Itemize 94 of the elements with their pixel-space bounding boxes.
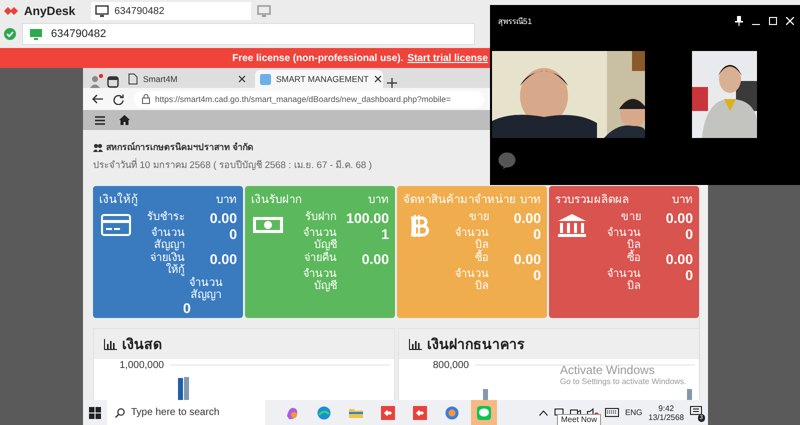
card-title: จัดหาสินค้ามาจำหน่าย	[403, 192, 516, 208]
panel-title: เงินสด	[122, 335, 162, 354]
monitor-icon	[29, 28, 43, 40]
field-label: จำนวน บัญชี	[302, 227, 337, 251]
language-indicator[interactable]: ENG	[625, 408, 642, 417]
field-label: จำนวน บัญชี	[302, 268, 337, 292]
field-label: ซื้อ	[593, 252, 641, 264]
search-icon	[115, 408, 125, 418]
app-icon	[260, 74, 271, 84]
field-value: 0	[228, 227, 237, 242]
field-value: 0	[532, 227, 541, 242]
activation-title: Activate Windows	[560, 363, 656, 377]
app-name: AnyDesk	[24, 4, 76, 18]
chat-bubble-icon[interactable]	[498, 152, 516, 169]
chevron-up-icon[interactable]	[539, 410, 548, 416]
field-label: จำนวน สัญญา	[150, 227, 185, 251]
axis-label: 800,000	[432, 360, 469, 371]
trial-link[interactable]: Start trial license	[407, 52, 488, 64]
tooltip: Meet Now	[557, 414, 602, 425]
field-value: 0.00	[664, 211, 693, 226]
notification-icon	[690, 406, 702, 417]
remote-app-icon[interactable]	[413, 406, 427, 420]
bar-chart-icon	[409, 338, 422, 350]
session-tab[interactable]: 634790482	[91, 2, 252, 20]
windows-logo-icon[interactable]	[89, 406, 101, 418]
home-icon[interactable]	[119, 115, 130, 125]
lock-icon	[142, 94, 150, 104]
bank-icon	[557, 213, 587, 238]
field-value: 1	[380, 227, 389, 242]
field-value: 0.00	[512, 252, 541, 267]
maximize-icon[interactable]	[769, 17, 777, 25]
page-icon	[128, 73, 138, 85]
field-value: 0	[684, 268, 693, 283]
address-field[interactable]: 634790482	[22, 23, 475, 45]
field-value: 0	[183, 301, 191, 316]
credit-card-icon	[101, 213, 131, 238]
keyboard-icon[interactable]	[605, 408, 620, 417]
field-label: จำนวน บิล	[454, 268, 489, 292]
close-icon[interactable]	[238, 75, 246, 83]
organization-name: สหกรณ์การเกษตรนิคมฯปราสาท จำกัด	[106, 140, 254, 154]
axis-label: 1,000,000	[118, 360, 164, 371]
group-icon	[93, 142, 103, 152]
card-unit: บาท	[368, 193, 389, 208]
browser-tab[interactable]: SMART MANAGEMENT	[255, 70, 383, 88]
anydesk-logo-icon	[4, 5, 18, 17]
reload-icon[interactable]	[113, 94, 124, 104]
field-label: จำนวน สัญญา	[188, 277, 224, 301]
card-title: เงินรับฝาก	[251, 192, 302, 208]
monitor-icon	[95, 5, 110, 17]
card-unit: บาท	[520, 193, 541, 208]
plus-icon[interactable]	[387, 78, 397, 88]
field-label: จ่ายคืน	[303, 252, 337, 264]
browser-icon[interactable]	[317, 406, 331, 420]
field-label: จ่ายเงิน ให้กู้	[149, 252, 185, 276]
license-text: Free license (non-professional use).	[232, 52, 404, 64]
field-label: จำนวน บิล	[454, 227, 489, 251]
back-icon[interactable]	[91, 94, 103, 104]
field-label: รับฝาก	[304, 211, 337, 223]
field-label: ซื้อ	[441, 252, 489, 264]
field-label: รับชำระ	[146, 211, 185, 223]
search-field[interactable]: Type here to search	[107, 400, 265, 425]
field-value: 0	[532, 268, 541, 283]
bar-chart-icon	[104, 338, 117, 350]
copilot-icon[interactable]	[285, 406, 299, 420]
call-title: สุพรรณี51	[498, 16, 532, 28]
activation-message: Go to Settings to activate Windows.	[560, 377, 686, 386]
field-value: 0.00	[208, 252, 237, 267]
clock[interactable]: 9:42 13/1/2568	[648, 404, 684, 422]
browser-tab[interactable]: Smart4M	[123, 70, 251, 88]
card-unit: บาท	[216, 193, 237, 208]
close-icon[interactable]	[374, 75, 382, 83]
field-label: ขาย	[468, 211, 489, 223]
report-date: ประจำวันที่ 10 มกราคม 2568 ( รอบปีบัญชี 2568 : เม.ย. 67 - มี.ค. 68 )	[93, 157, 372, 172]
card-title: รวบรวมผลิตผล	[555, 192, 629, 208]
panel-title: เงินฝากธนาคาร	[427, 335, 525, 354]
field-label: ขาย	[620, 211, 641, 223]
field-value: 0.00	[208, 211, 237, 226]
field-value: 100.00	[345, 211, 389, 226]
scrollbar[interactable]	[699, 186, 708, 400]
pin-icon[interactable]	[735, 16, 743, 26]
field-value: 0.00	[512, 211, 541, 226]
field-label: จำนวน บิล	[606, 268, 641, 292]
card-title: เงินให้กู้	[99, 192, 138, 208]
field-value: 0.00	[360, 252, 389, 267]
remote-app-icon[interactable]	[381, 406, 395, 420]
field-label: จำนวน บิล	[606, 227, 641, 251]
check-icon	[4, 28, 16, 40]
field-value: 0	[684, 227, 693, 242]
tabs-icon[interactable]	[107, 76, 119, 88]
url-field[interactable]: https://smart4m.cad.go.th/smart_manage/dBoards/new_dashboard.php?mobile=	[134, 90, 484, 108]
field-value: 0.00	[664, 252, 693, 267]
card-unit: บาท	[672, 193, 693, 208]
menu-icon[interactable]	[95, 116, 105, 124]
globe-icon[interactable]	[445, 406, 459, 420]
